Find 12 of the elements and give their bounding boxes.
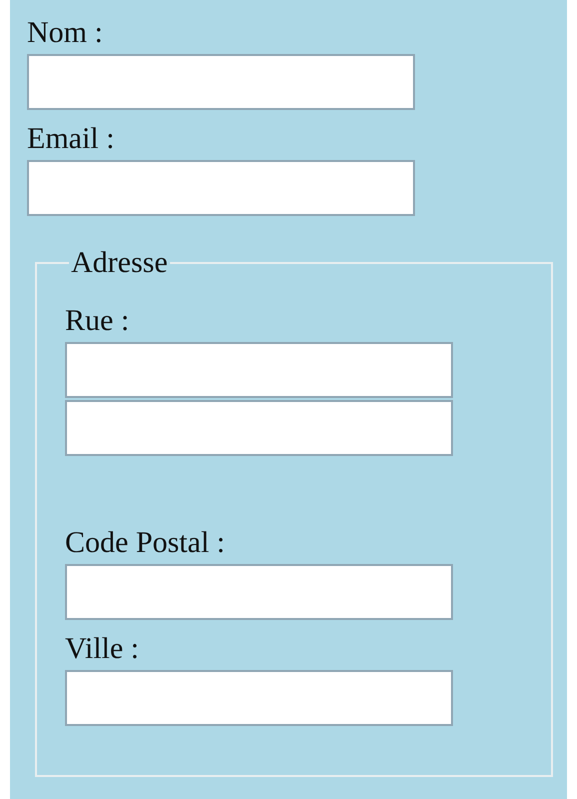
- field-label: Code Postal :: [65, 528, 226, 558]
- input-field[interactable]: [65, 342, 453, 398]
- input-field[interactable]: [27, 160, 415, 216]
- field-label: Email :: [27, 124, 114, 154]
- input-field[interactable]: [65, 670, 453, 726]
- field-label: Ville :: [65, 634, 140, 664]
- input-field[interactable]: [27, 54, 415, 110]
- input-field[interactable]: [65, 400, 453, 456]
- group-legend: Adresse: [69, 248, 170, 278]
- field-label: Nom :: [27, 18, 103, 48]
- input-field[interactable]: [65, 564, 453, 620]
- field-label: Rue :: [65, 306, 130, 336]
